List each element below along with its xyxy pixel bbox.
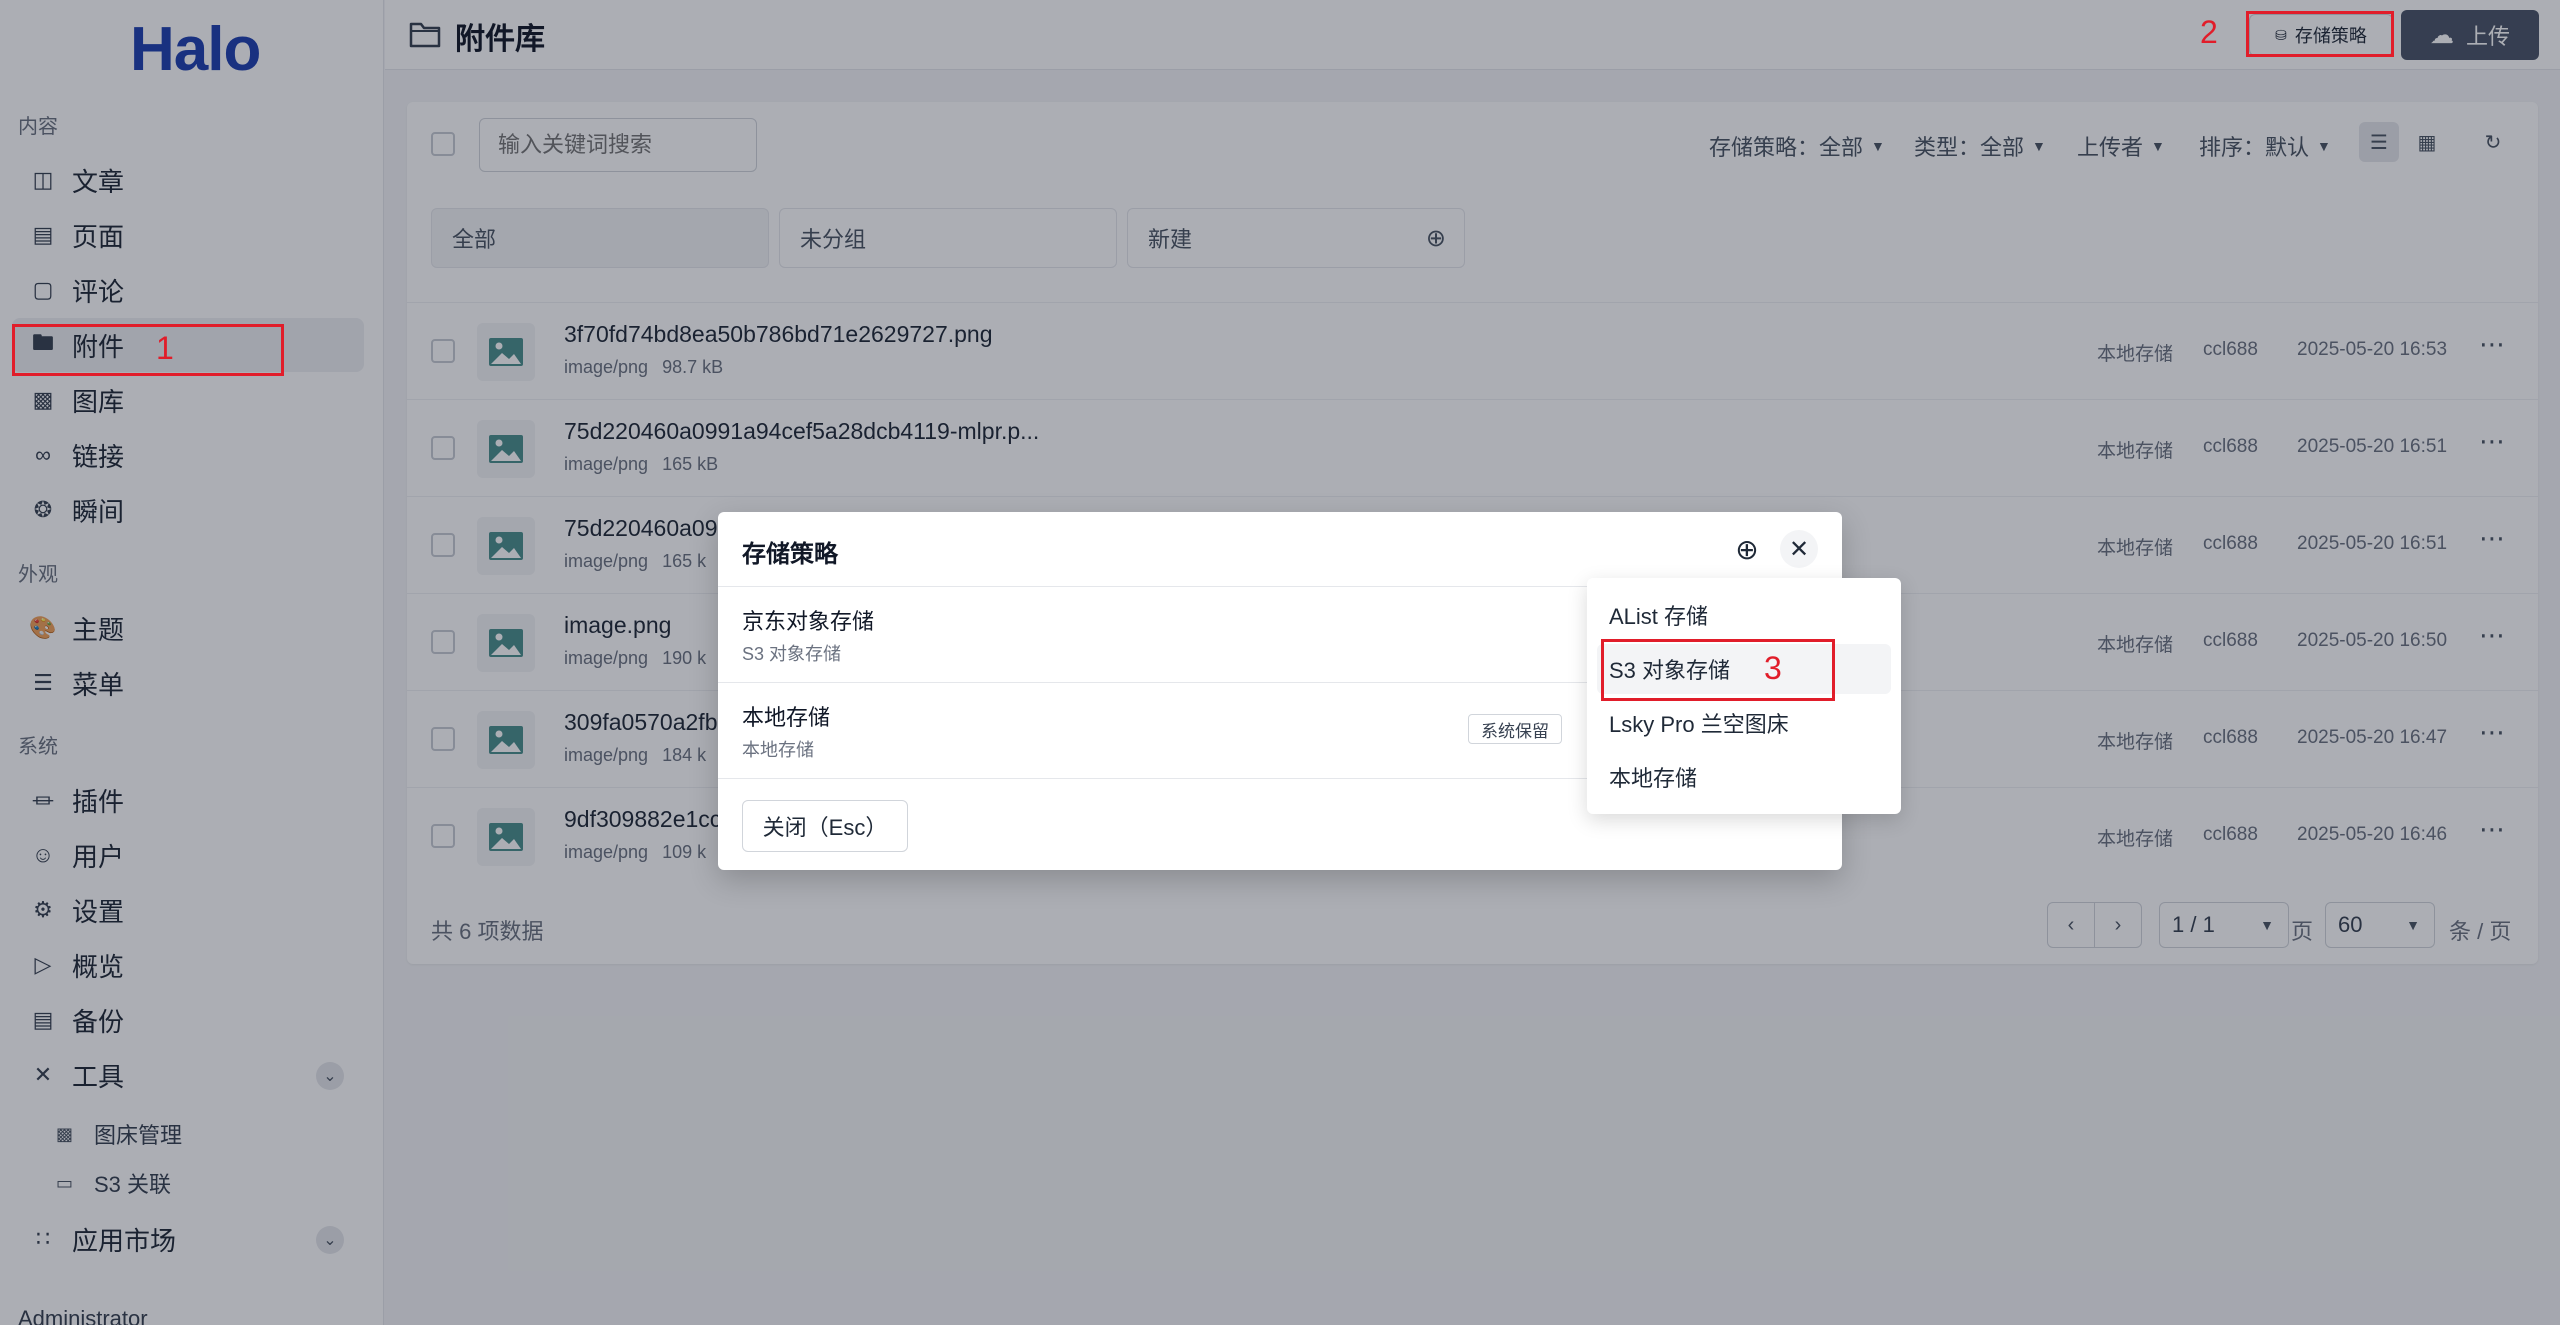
annotation-box-1 [12, 324, 284, 376]
dropdown-item-alist[interactable]: AList 存储 [1597, 590, 1891, 640]
policy-name: 本地存储 [742, 705, 831, 730]
add-policy-icon[interactable]: ⊕ [1728, 530, 1766, 568]
annotation-number-3: 3 [1764, 650, 1782, 686]
annotation-number-1: 1 [156, 330, 174, 366]
policy-type: 本地存储 [742, 740, 814, 760]
annotation-box-3 [1601, 639, 1835, 701]
policy-type: S3 对象存储 [742, 644, 842, 664]
close-icon[interactable]: ✕ [1780, 530, 1818, 568]
annotation-number-2: 2 [2200, 14, 2218, 50]
modal-title: 存储策略 [742, 541, 838, 568]
dropdown-item-local[interactable]: 本地存储 [1597, 752, 1891, 802]
dropdown-item-lsky-pro[interactable]: Lsky Pro 兰空图床 [1597, 698, 1891, 748]
system-reserved-badge: 系统保留 [1468, 714, 1562, 744]
modal-close-button[interactable]: 关闭（Esc） [742, 800, 908, 852]
policy-name: 京东对象存储 [742, 609, 875, 634]
annotation-box-2 [2246, 11, 2394, 57]
